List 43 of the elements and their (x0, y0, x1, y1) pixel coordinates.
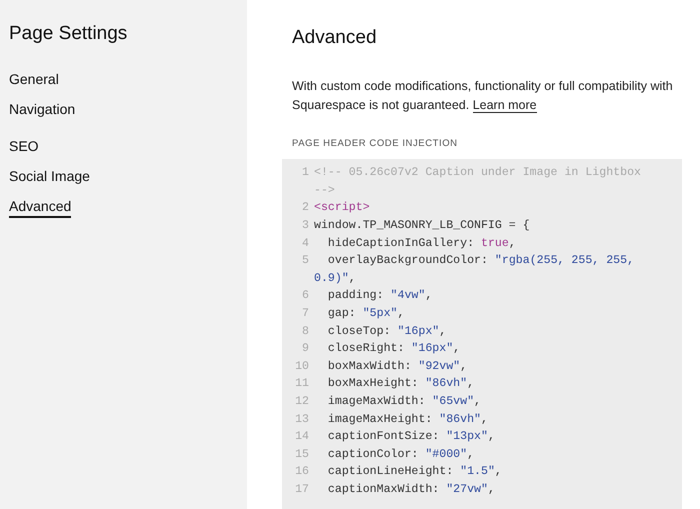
line-number: 12 (294, 394, 310, 410)
code-line: padding: "4vw", (326, 288, 434, 304)
line-number: 3 (301, 218, 310, 234)
line-number: 10 (294, 358, 310, 375)
line-number: 8 (301, 324, 310, 340)
code-line: hideCaptionInGallery: true, (326, 236, 517, 252)
page-title: Advanced (292, 26, 377, 50)
line-number: 7 (301, 306, 310, 322)
line-number: 14 (294, 429, 310, 446)
code-line: captionFontSize: "13px", (326, 429, 496, 446)
code-line: imageMaxWidth: "65vw", (326, 394, 482, 410)
code-line: imageMaxHeight: "86vh", (326, 412, 489, 428)
line-number: 17 (294, 482, 310, 498)
code-line: boxMaxWidth: "92vw", (326, 358, 468, 375)
line-number: 15 (294, 446, 310, 463)
line-number: 16 (294, 464, 310, 480)
line-number: 1 (301, 165, 310, 182)
code-line: <script> (314, 200, 371, 216)
code-line: gap: "5px", (326, 306, 406, 322)
line-number: 5 (301, 253, 310, 270)
learn-more-link[interactable]: Learn more (472, 98, 537, 113)
line-number: 13 (294, 412, 310, 428)
line-number: 11 (294, 376, 310, 392)
line-number: 6 (301, 288, 310, 304)
line-number: 9 (301, 341, 310, 358)
section-label: PAGE HEADER CODE INJECTION (292, 137, 458, 151)
code-line: captionMaxWidth: "27vw", (326, 482, 496, 498)
description-text: With custom code modifications, functionality or full compatibility with Squarespace is not guaranteed. Learn more (292, 78, 674, 115)
code-line: <!-- 05.26c07v2 Caption under Image in Lightbox --> (314, 165, 642, 199)
code-line: closeRight: "16px", (326, 341, 462, 358)
code-line: closeTop: "16px", (326, 324, 448, 340)
line-number: 2 (301, 200, 310, 216)
sidebar-item[interactable]: General (9, 70, 59, 91)
code-line: window.TP_MASONRY_LB_CONFIG = { (314, 218, 531, 234)
code-line: captionLineHeight: "1.5", (326, 464, 503, 480)
sidebar-item[interactable]: Social Image (9, 167, 90, 188)
sidebar-item[interactable]: Navigation (9, 100, 76, 121)
line-number: 4 (301, 236, 310, 252)
sidebar-title: Page Settings (9, 22, 128, 46)
code-line: captionColor: "#000", (326, 446, 476, 463)
code-line: boxMaxHeight: "86vh", (326, 376, 476, 392)
sidebar-item[interactable]: SEO (9, 137, 39, 158)
sidebar-item[interactable]: Advanced (9, 197, 72, 218)
